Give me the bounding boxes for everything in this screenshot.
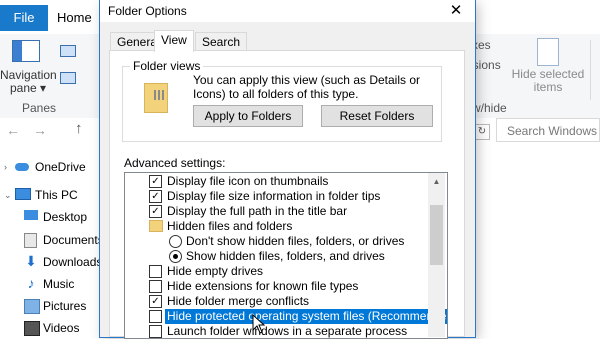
navigation-pane-icon[interactable] [12, 40, 40, 62]
refresh-icon[interactable]: ↻ [474, 124, 490, 140]
option-label: Don't show hidden files, folders, or dri… [186, 234, 405, 248]
radio-selected[interactable] [169, 250, 182, 263]
option-label: Hide extensions for known file types [167, 279, 359, 293]
downloads-icon: ⬇ [25, 253, 37, 269]
ribbon-divider [590, 40, 591, 100]
expand-caret-icon[interactable]: › [4, 156, 7, 178]
details-pane-icon[interactable] [60, 72, 76, 84]
option-label: Hide folder merge conflicts [167, 294, 310, 308]
dialog-title: Folder Options [108, 4, 187, 18]
option-label: Display file icon on thumbnails [167, 174, 329, 188]
option-label: Hide protected operating system files (R… [165, 309, 447, 324]
checkbox-unchecked[interactable] [149, 325, 162, 338]
apply-to-folders-button[interactable]: Apply to Folders [193, 105, 303, 127]
close-icon[interactable]: ✕ [438, 0, 474, 22]
sidebar-item-label: Music [43, 277, 75, 291]
home-tab[interactable]: Home [57, 5, 92, 31]
sidebar-item-desktop[interactable]: Desktop [0, 206, 100, 228]
sidebar-item-pictures[interactable]: Pictures [0, 295, 100, 317]
search-input[interactable]: Search Windows 1 [496, 118, 600, 142]
checkbox-unchecked[interactable] [149, 265, 162, 278]
folder-views-description: You can apply this view (such as Details… [193, 73, 421, 101]
scrollbar-thumb[interactable] [430, 205, 443, 265]
checkbox-checked[interactable]: ✓ [149, 295, 162, 308]
sidebar-item-label: This PC [35, 188, 78, 202]
sidebar-item-videos[interactable]: Videos [0, 317, 100, 339]
videos-icon [24, 321, 40, 336]
checkbox-checked[interactable]: ✓ [149, 175, 162, 188]
hide-selected-items-button[interactable]: Hide selected items [508, 68, 588, 94]
up-arrow-icon[interactable]: ↑ [75, 120, 83, 137]
option-label: Display file size information in folder … [167, 189, 381, 203]
expand-caret-icon[interactable]: ⌄ [4, 184, 12, 206]
forward-arrow-icon[interactable]: → [33, 122, 47, 138]
mouse-pointer-icon [252, 314, 266, 334]
sidebar-item-documents[interactable]: Documents [0, 229, 104, 251]
folder-view-icon [144, 83, 168, 113]
sidebar-item-label: Pictures [43, 299, 87, 313]
option-label: Display the full path in the title bar [167, 204, 348, 218]
back-arrow-icon[interactable]: ← [6, 122, 20, 138]
navigation-sidebar: › OneDrive ⌄ This PC Desktop Documents ⬇… [0, 146, 104, 339]
pictures-icon [24, 299, 40, 314]
desktop-icon [24, 210, 38, 220]
sidebar-item-label: Desktop [43, 210, 88, 224]
checkbox-unchecked[interactable] [149, 310, 162, 323]
folder-views-legend: Folder views [130, 59, 204, 73]
music-icon: ♪ [27, 275, 35, 291]
tab-search[interactable]: Search [195, 32, 248, 51]
radio-unselected[interactable] [169, 235, 182, 248]
checkbox-checked[interactable]: ✓ [149, 205, 162, 218]
show-hide-group-label: w/hide [472, 101, 507, 115]
documents-icon [24, 233, 37, 248]
computer-icon [15, 188, 31, 200]
preview-pane-icon[interactable] [60, 45, 76, 57]
sidebar-item-onedrive[interactable]: › OneDrive [0, 156, 100, 178]
advanced-settings-label: Advanced settings: [124, 156, 226, 170]
option-label: Show hidden files, folders, and drives [186, 249, 385, 263]
reset-folders-button[interactable]: Reset Folders [321, 105, 433, 127]
sidebar-item-label: OneDrive [35, 160, 86, 174]
scroll-up-arrow-icon[interactable]: ▲ [428, 173, 445, 190]
sidebar-item-this-pc[interactable]: ⌄ This PC [0, 184, 100, 206]
sidebar-item-label: Documents [43, 233, 104, 247]
panes-group-label: Panes [22, 101, 57, 115]
navigation-pane-button[interactable]: Navigation pane ▾ [0, 69, 57, 95]
advanced-settings-list: ✓ Display file icon on thumbnails ✓ Disp… [124, 172, 448, 339]
checkbox-checked[interactable]: ✓ [149, 190, 162, 203]
option-label: Hide empty drives [167, 264, 264, 278]
sidebar-item-downloads[interactable]: ⬇ Downloads [0, 251, 103, 273]
file-tab[interactable]: File [0, 5, 48, 31]
cloud-icon [15, 163, 29, 171]
checkbox-unchecked[interactable] [149, 280, 162, 293]
folder-options-dialog: Folder Options ✕ General View Search Fol… [100, 0, 475, 339]
hide-selected-items-icon[interactable] [537, 38, 559, 66]
sidebar-item-label: Downloads [43, 255, 103, 269]
sidebar-item-label: Videos [43, 321, 80, 335]
sidebar-item-music[interactable]: ♪ Music [0, 273, 100, 295]
tab-view[interactable]: View [154, 30, 194, 52]
folder-icon [149, 220, 163, 232]
option-label: Hidden files and folders [167, 219, 293, 233]
